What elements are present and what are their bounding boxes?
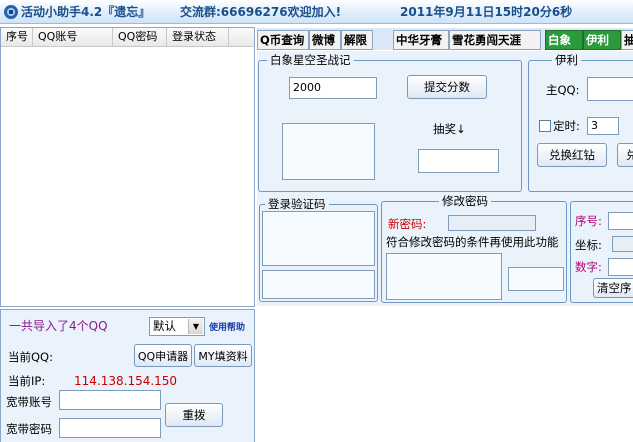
lottery-label: 抽奖↓ [433, 122, 466, 136]
tab-content-area: 白象星空圣战记 2000 提交分数 抽奖↓ 伊利 主QQ: 定时: 3 兑换红钻… [257, 51, 633, 306]
login-captcha-title: 登录验证码 [265, 197, 329, 211]
chevron-down-icon[interactable]: ▼ [188, 319, 203, 334]
lottery-result-input[interactable] [418, 149, 499, 173]
change-password-group: 修改密码 新密码: 符合修改密码的条件再使用此功能 [381, 194, 567, 303]
account-list[interactable]: 序号 QQ账号 QQ密码 登录状态 [0, 27, 255, 307]
tab-weibo[interactable]: 微博 [309, 30, 341, 50]
app-title: 活动小助手4.2『遗忘』 [21, 5, 151, 19]
login-captcha-group: 登录验证码 [259, 197, 378, 302]
yili-group-title: 伊利 [552, 53, 581, 67]
digit-label: 数字: [575, 260, 602, 274]
mode-select[interactable]: 默认 ▼ [149, 317, 205, 336]
clear-serial-button[interactable]: 清空序 [593, 278, 633, 298]
current-qq-label: 当前QQ: [8, 350, 53, 364]
tab-baixiang[interactable]: 白象 [545, 30, 583, 50]
serial-input[interactable] [608, 212, 633, 230]
broadband-password-label: 宽带密码 [6, 422, 52, 436]
yili-group: 伊利 主QQ: 定时: 3 兑换红钻 兑 [528, 53, 633, 192]
column-header-qq-password[interactable]: QQ密码 [113, 28, 167, 46]
change-password-captcha-input[interactable] [508, 267, 564, 291]
current-ip-label: 当前IP: [8, 374, 46, 388]
timer-checkbox[interactable] [539, 120, 551, 132]
login-captcha-image [262, 211, 375, 266]
import-count-label: 一共导入了4个QQ [9, 319, 108, 333]
tab-q-coin-query[interactable]: Q币查询 [257, 30, 309, 50]
broadband-account-label: 宽带账号 [6, 395, 52, 409]
login-captcha-input[interactable] [262, 270, 375, 299]
new-password-input[interactable] [448, 215, 536, 231]
my-fill-info-button[interactable]: MY填资料 [194, 344, 252, 367]
baixiang-group: 白象星空圣战记 2000 提交分数 抽奖↓ [258, 53, 522, 192]
tab-lottery[interactable]: 抽 [621, 30, 633, 50]
change-password-hint: 符合修改密码的条件再使用此功能 [386, 235, 559, 249]
coordinate-input[interactable] [612, 236, 633, 252]
serial-coordinate-group: 序号: 坐标: 数字: 清空序 [570, 201, 633, 303]
baixiang-captcha-image [282, 123, 375, 180]
tab-snow-beer[interactable]: 雪花勇闯天涯 [449, 30, 541, 50]
digit-input[interactable] [608, 258, 633, 276]
title-bar: 活动小助手4.2『遗忘』 交流群:66696276欢迎加入! 2011年9月11… [0, 0, 633, 24]
mode-select-value: 默认 [153, 319, 176, 333]
column-header-login-status[interactable]: 登录状态 [167, 28, 229, 46]
current-ip-value: 114.138.154.150 [74, 374, 178, 388]
broadband-account-input[interactable] [59, 390, 161, 410]
change-password-captcha-image [386, 253, 502, 300]
change-password-title: 修改密码 [439, 194, 491, 208]
baixiang-group-title: 白象星空圣战记 [267, 53, 354, 67]
datetime-display: 2011年9月11日15时20分6秒 [400, 5, 573, 19]
main-qq-label: 主QQ: [546, 83, 580, 97]
column-header-index[interactable]: 序号 [1, 28, 33, 46]
redeem-secondary-button[interactable]: 兑 [617, 143, 633, 167]
column-header-qq-account[interactable]: QQ账号 [33, 28, 113, 46]
function-tabs: Q币查询 微博 解限 中华牙膏 雪花勇闯天涯 白象 伊利 抽 [257, 28, 633, 50]
qq-group-notice: 交流群:66696276欢迎加入! [180, 5, 342, 19]
redeem-red-diamond-button[interactable]: 兑换红钻 [537, 143, 607, 167]
tab-yili[interactable]: 伊利 [583, 30, 621, 50]
submit-score-button[interactable]: 提交分数 [407, 75, 487, 99]
qq-apply-button[interactable]: QQ申请器 [134, 344, 192, 367]
serial-label: 序号: [575, 214, 602, 228]
bottom-control-panel: 一共导入了4个QQ 默认 ▼ 使用帮助 当前QQ: QQ申请器 MY填资料 当前… [0, 309, 255, 442]
app-icon [4, 5, 18, 19]
main-qq-input[interactable] [587, 77, 633, 101]
help-link[interactable]: 使用帮助 [209, 321, 245, 335]
account-list-header: 序号 QQ账号 QQ密码 登录状态 [1, 28, 254, 47]
coordinate-label: 坐标: [575, 238, 602, 252]
new-password-label: 新密码: [388, 217, 427, 231]
redial-button[interactable]: 重拨 [165, 403, 223, 427]
tab-zhonghua-toothpaste[interactable]: 中华牙膏 [393, 30, 449, 50]
tab-unlimit[interactable]: 解限 [341, 30, 373, 50]
broadband-password-input[interactable] [59, 418, 161, 438]
timer-value-input[interactable]: 3 [587, 117, 619, 135]
score-input[interactable]: 2000 [289, 77, 377, 99]
timer-label: 定时: [553, 119, 580, 133]
